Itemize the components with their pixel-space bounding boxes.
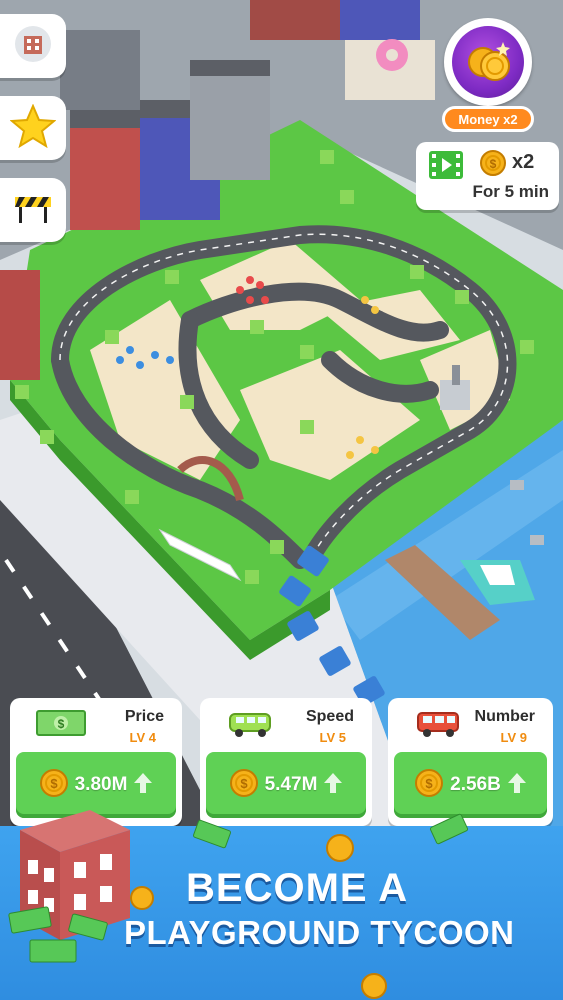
upgrade-speed-button[interactable]: $ 5.47M	[206, 752, 366, 818]
coin-icon: $	[480, 150, 506, 181]
coin-icon: $	[39, 768, 69, 803]
upgrade-price-button[interactable]: $ 3.80M	[16, 752, 176, 818]
upgrade-number-button[interactable]: $ 2.56B	[394, 752, 547, 818]
sidebar-item-buildings[interactable]	[0, 14, 66, 78]
svg-text:$: $	[240, 776, 248, 791]
upgrade-name: Speed	[305, 708, 354, 725]
roadblock-icon	[11, 191, 55, 230]
svg-text:$: $	[58, 717, 65, 731]
money-boost-button[interactable]: Money x2	[440, 18, 536, 136]
boost-label: Money x2	[442, 106, 534, 132]
watch-ad-offer[interactable]: $ x2 For 5 min	[416, 142, 559, 210]
coin-icon: $	[229, 768, 259, 803]
svg-text:$: $	[426, 776, 434, 791]
van-icon	[226, 708, 276, 743]
upgrade-cost: 2.56B	[450, 774, 501, 795]
arrow-up-icon	[323, 772, 343, 799]
upgrade-card-speed: Speed LV 5 $ 5.47M	[200, 698, 372, 826]
svg-text:$: $	[490, 157, 497, 171]
upgrade-name: Number	[474, 708, 535, 725]
star-icon	[9, 102, 57, 153]
video-icon	[428, 150, 464, 185]
offer-duration: For 5 min	[472, 182, 549, 201]
upgrade-level: LV 4	[129, 730, 157, 745]
coin-icon: $	[414, 768, 444, 803]
upgrade-card-number: Number LV 9 $ 2.56B	[388, 698, 553, 826]
coins-icon	[463, 38, 513, 87]
banner-subheadline: PLAYGROUND TYCOON	[124, 914, 515, 951]
sidebar-item-favorites[interactable]	[0, 96, 66, 160]
cash-icon: $	[36, 708, 86, 743]
svg-text:$: $	[50, 776, 58, 791]
upgrade-level: LV 9	[500, 730, 528, 745]
upgrade-cost: 3.80M	[74, 774, 128, 795]
arrow-up-icon	[507, 772, 527, 799]
promo-banner: BECOME A PLAYGROUND TYCOON	[0, 826, 563, 1000]
bus-icon	[414, 708, 464, 743]
upgrade-card-price: $ Price LV 4 $ 3.80M	[10, 698, 182, 826]
offer-multiplier: x2	[512, 151, 535, 173]
upgrade-level: LV 5	[319, 730, 347, 745]
arrow-up-icon	[133, 772, 153, 799]
banner-headline: BECOME A	[186, 866, 409, 910]
sidebar-item-roads[interactable]	[0, 178, 66, 242]
upgrade-name: Price	[124, 708, 164, 725]
upgrade-cost: 5.47M	[264, 774, 318, 795]
boost-badge	[452, 26, 524, 98]
building-icon	[13, 24, 53, 69]
